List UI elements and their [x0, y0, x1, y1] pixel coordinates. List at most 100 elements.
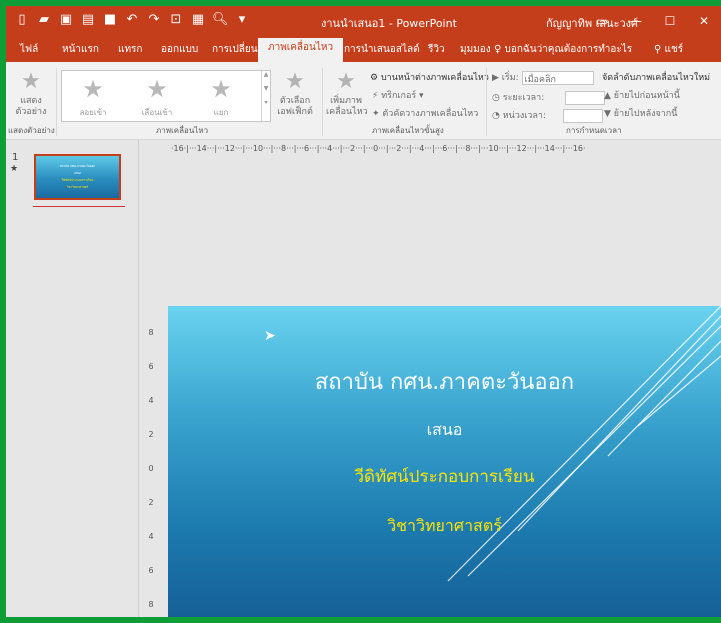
group-separator — [486, 68, 487, 136]
thumb-line2: วีดิทัศน์ประกอบการเรียน — [61, 178, 94, 182]
delay-row: ◔ หน่วงเวลา: — [492, 108, 603, 123]
tab-transitions[interactable]: การเปลี่ยน — [212, 42, 258, 57]
brush-icon: ✦ — [372, 109, 380, 119]
preview-star-icon: ★ — [21, 69, 41, 94]
tab-view[interactable]: มุมมอง — [460, 42, 491, 57]
duration-row: ◷ ระยะเวลา: — [492, 90, 606, 105]
add-animation-button[interactable]: ★ เพิ่มภาพเคลื่อนไหว — [326, 69, 368, 118]
gallery-item-split[interactable]: แยก — [196, 106, 246, 119]
ribbon-display-options-icon[interactable]: ▭ — [585, 6, 619, 36]
preview-button[interactable]: ★ แสดง ตัวอย่าง — [10, 70, 52, 118]
gallery-item-fade[interactable]: เลือนเข้า — [132, 106, 182, 119]
start-select[interactable]: เมื่อคลิก — [521, 70, 594, 85]
close-icon[interactable]: ✕ — [687, 6, 721, 36]
save-icon[interactable]: ▣ — [58, 12, 74, 28]
trigger-label: ทริกเกอร์ — [381, 91, 417, 101]
duration-label: ระยะเวลา: — [502, 93, 545, 103]
group-separator — [322, 68, 323, 136]
add-animation-icon: ★ — [336, 69, 356, 94]
tab-animations[interactable]: ภาพเคลื่อนไหว — [258, 38, 344, 62]
delay-input[interactable] — [562, 108, 603, 123]
tab-review[interactable]: รีวิว — [428, 42, 445, 57]
slide-title[interactable]: สถาบัน กศน.ภาคตะวันออก — [168, 364, 721, 399]
gallery-item-fly-in[interactable]: ลอยเข้า — [68, 106, 118, 119]
tab-slide-show[interactable]: การนำเสนอสไลด์ — [344, 42, 420, 57]
animations-group-label: ภาพเคลื่อนไหว — [156, 126, 209, 135]
preview-label: แสดง ตัวอย่าง — [15, 96, 47, 117]
slide-thumbnail[interactable]: สถาบัน กศน.ภาคตะวันออก เสนอ วีดิทัศน์ประ… — [34, 154, 121, 200]
ruler-tick: 6 — [148, 566, 154, 575]
move-later-button[interactable]: ▼ ย้ายไปหลังจากนี้ — [604, 106, 677, 120]
down-arrow-icon: ▼ — [604, 109, 611, 119]
fade-star-icon[interactable]: ★ — [132, 75, 182, 103]
tab-design[interactable]: ออกแบบ — [161, 42, 198, 57]
fly-in-star-icon[interactable]: ★ — [68, 75, 118, 103]
share-label: แชร์ — [664, 44, 684, 55]
diagonal-line — [447, 306, 721, 582]
open-folder-icon[interactable]: ▰ — [36, 12, 52, 28]
folder-icon[interactable]: ■ — [102, 12, 118, 28]
animation-star-icon: ★ — [10, 164, 19, 174]
ruler-tick: 2 — [148, 498, 154, 507]
ruler-tick: 2 — [148, 430, 154, 439]
tab-insert[interactable]: แทรก — [118, 42, 142, 57]
animation-pane-button[interactable]: ⚙ บานหน้าต่างภาพเคลื่อนไหว — [370, 70, 489, 84]
slide-thumbnail-pane: 1 ★ สถาบัน กศน.ภาคตะวันออก เสนอ วีดิทัศน… — [6, 140, 139, 617]
thumb-line1: เสนอ — [74, 171, 81, 175]
new-file-icon[interactable]: ▯ — [14, 12, 30, 28]
start-presentation-icon[interactable]: ⊡ — [168, 12, 184, 28]
delay-icon: ◔ — [492, 111, 500, 121]
maximize-icon[interactable]: ☐ — [653, 6, 687, 36]
share-button[interactable]: ⚲ แชร์ — [654, 42, 683, 57]
window-controls: ▭ — ☐ ✕ — [585, 6, 721, 36]
ruler-tick: 8 — [148, 328, 154, 337]
start-row: ▶ เริ่ม: เมื่อคลิก — [492, 70, 594, 85]
move-earlier-button[interactable]: ▲ ย้ายไปก่อนหน้านี้ — [604, 88, 680, 102]
powerpoint-window: ▯ ▰ ▣ ▤ ■ ↶ ↷ ⊡ ▦ 🔍︎ ▾ งานนำเสนอ1 - Powe… — [6, 6, 721, 617]
lightbulb-icon: ♀ — [494, 44, 502, 55]
trigger-button[interactable]: ⚡ ทริกเกอร์ ▾ — [372, 88, 424, 102]
animation-pane-label: บานหน้าต่างภาพเคลื่อนไหว — [380, 73, 489, 83]
start-select-value: เมื่อคลิก — [524, 74, 556, 85]
redo-icon[interactable]: ↷ — [146, 12, 162, 28]
effect-options-button[interactable]: ★ ตัวเลือกเอฟเฟ็กต์ — [274, 70, 316, 118]
tab-home[interactable]: หน้าแรก — [62, 42, 99, 57]
ruler-tick: 4 — [148, 532, 154, 541]
minimize-icon[interactable]: — — [619, 6, 653, 36]
slide-canvas[interactable]: ➤ สถาบัน กศน.ภาคตะวันออก เสนอ วีดิทัศน์ป… — [168, 306, 721, 617]
undo-icon[interactable]: ↶ — [124, 12, 140, 28]
ruler-tick: 8 — [148, 600, 154, 609]
ribbon: ★ แสดง ตัวอย่าง แสดงตัวอย่าง ★ ลอยเข้า ★… — [6, 62, 721, 140]
horizontal-ruler: ·16·|···14···|···12···|···10···|···8···|… — [171, 144, 586, 153]
reorder-label: จัดลำดับภาพเคลื่อนไหวใหม่ — [602, 73, 711, 83]
gallery-scroll[interactable]: ▲ ▼ ▾ — [261, 71, 270, 121]
save-as-icon[interactable]: ▤ — [80, 12, 96, 28]
customize-toolbar-icon[interactable]: ▾ — [234, 12, 250, 28]
ruler-tick: 4 — [148, 396, 154, 405]
vertical-ruler: 8 6 4 2 0 2 4 6 8 — [146, 306, 156, 616]
preview-group-label: แสดงตัวอย่าง — [8, 126, 55, 135]
start-label: เริ่ม: — [501, 73, 519, 83]
print-preview-icon[interactable]: 🔍︎ — [212, 12, 229, 28]
tell-me-search[interactable]: ♀ บอกฉันว่าคุณต้องการทำอะไร — [494, 42, 632, 57]
effect-options-label: ตัวเลือกเอฟเฟ็กต์ — [277, 96, 313, 117]
mouse-pointer-icon: ➤ — [264, 328, 276, 344]
slide-line-subject[interactable]: วิชาวิทยาศาสตร์ — [168, 514, 721, 539]
up-arrow-icon: ▲ — [604, 91, 611, 101]
add-animation-label: เพิ่มภาพเคลื่อนไหว — [326, 96, 368, 117]
tell-me-text: บอกฉันว่าคุณต้องการทำอะไร — [504, 44, 633, 55]
split-star-icon[interactable]: ★ — [196, 75, 246, 103]
duration-input[interactable] — [565, 90, 606, 105]
animation-painter-button[interactable]: ✦ ตัวคัดวางภาพเคลื่อนไหว — [372, 106, 478, 120]
slide-line-present[interactable]: เสนอ — [168, 418, 721, 443]
slide-icon[interactable]: ▦ — [190, 12, 206, 28]
ruler-tick: 6 — [148, 362, 154, 371]
slide-line-video[interactable]: วีดิทัศน์ประกอบการเรียน — [168, 463, 721, 490]
animation-gallery: ★ ลอยเข้า ★ เลือนเข้า ★ แยก ▲ ▼ ▾ — [61, 70, 271, 122]
move-earlier-label: ย้ายไปก่อนหน้านี้ — [613, 91, 680, 101]
move-later-label: ย้ายไปหลังจากนี้ — [613, 109, 678, 119]
tab-file[interactable]: ไฟล์ — [20, 42, 38, 57]
group-separator — [56, 68, 57, 136]
ruler-tick: 0 — [148, 464, 154, 473]
quick-access-toolbar: ▯ ▰ ▣ ▤ ■ ↶ ↷ ⊡ ▦ 🔍︎ ▾ — [14, 12, 250, 28]
